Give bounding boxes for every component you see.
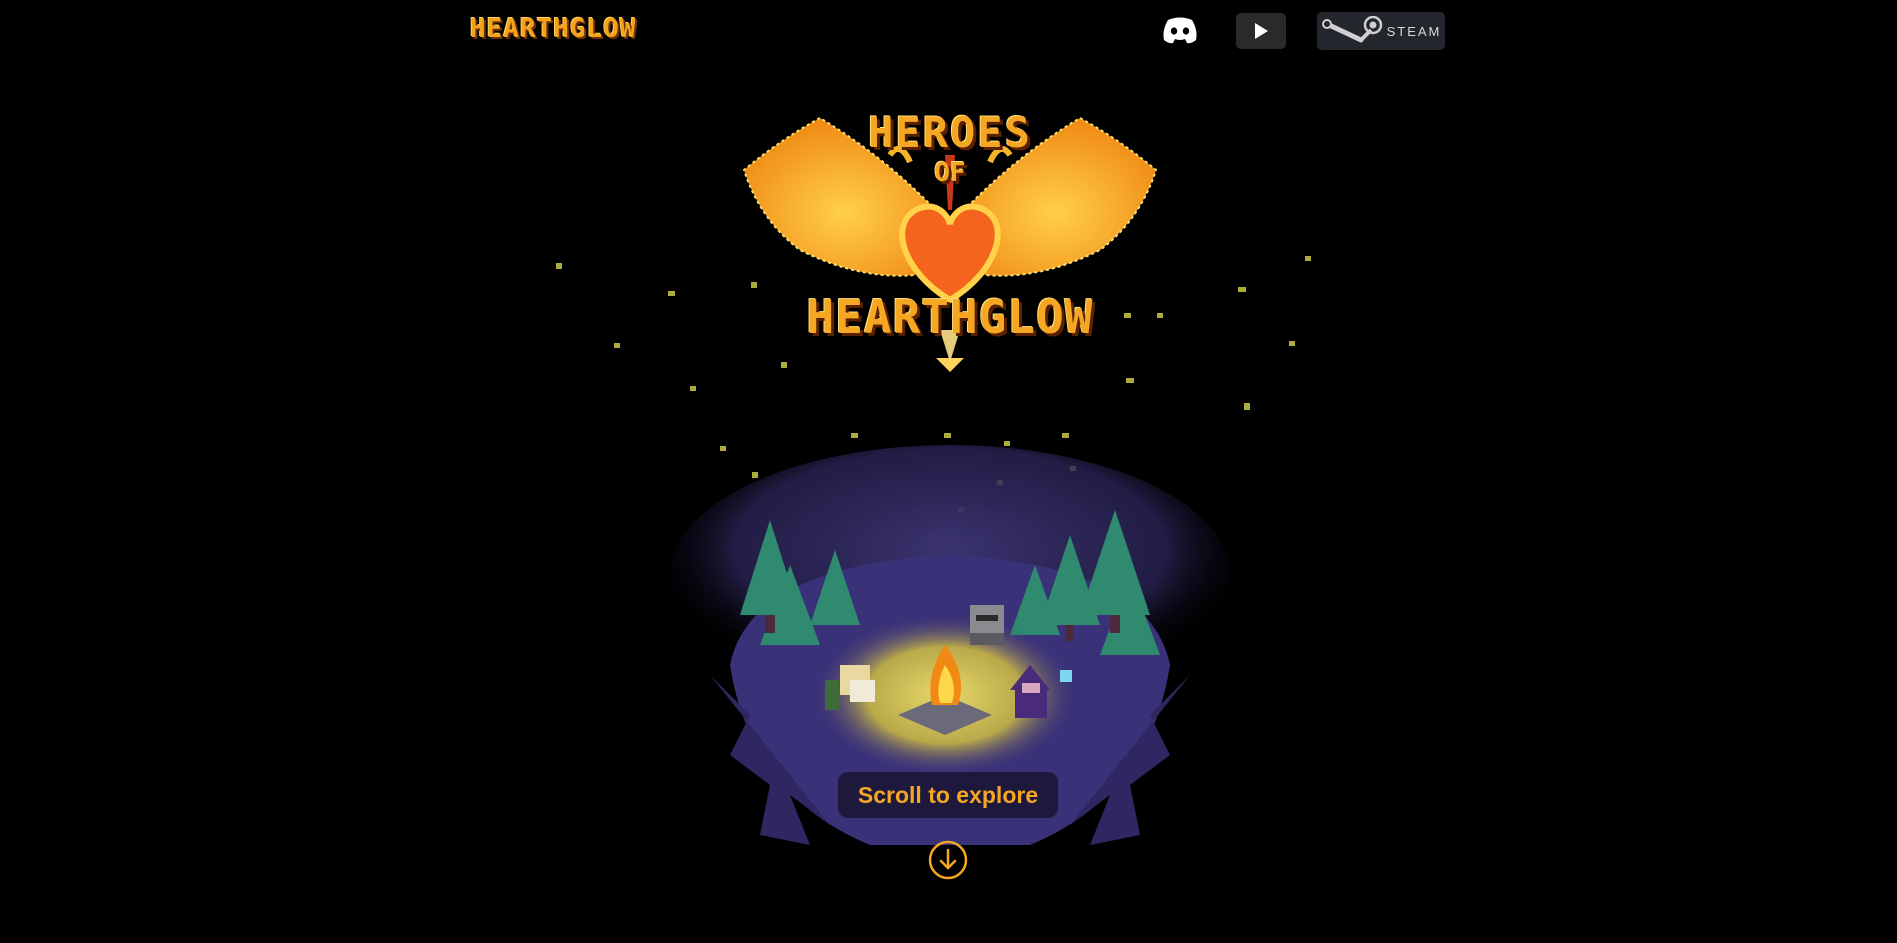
logo-title-heroes: HEROES xyxy=(868,108,1032,157)
discord-button[interactable] xyxy=(1158,12,1202,48)
logo-title-hearthglow: HEARTHGLOW xyxy=(806,290,1094,344)
arrow-down-circle-icon xyxy=(928,840,968,880)
game-logo: HEROES OF HEARTHGLOW xyxy=(740,100,1160,375)
steam-icon xyxy=(1321,16,1382,43)
play-icon xyxy=(1255,23,1268,39)
scroll-hint: Scroll to explore xyxy=(838,772,1058,818)
steam-label: STEAM xyxy=(1386,23,1442,39)
brand-logo[interactable]: HEARTHGLOW xyxy=(470,14,637,44)
discord-icon xyxy=(1163,17,1197,44)
steam-button[interactable]: STEAM xyxy=(1317,12,1445,50)
site-header: HEARTHGLOW STEAM xyxy=(0,0,1897,62)
youtube-button[interactable] xyxy=(1236,13,1286,49)
logo-title-of: OF xyxy=(934,158,966,188)
scroll-hint-label: Scroll to explore xyxy=(857,781,1039,808)
scroll-down-button[interactable] xyxy=(928,840,968,880)
